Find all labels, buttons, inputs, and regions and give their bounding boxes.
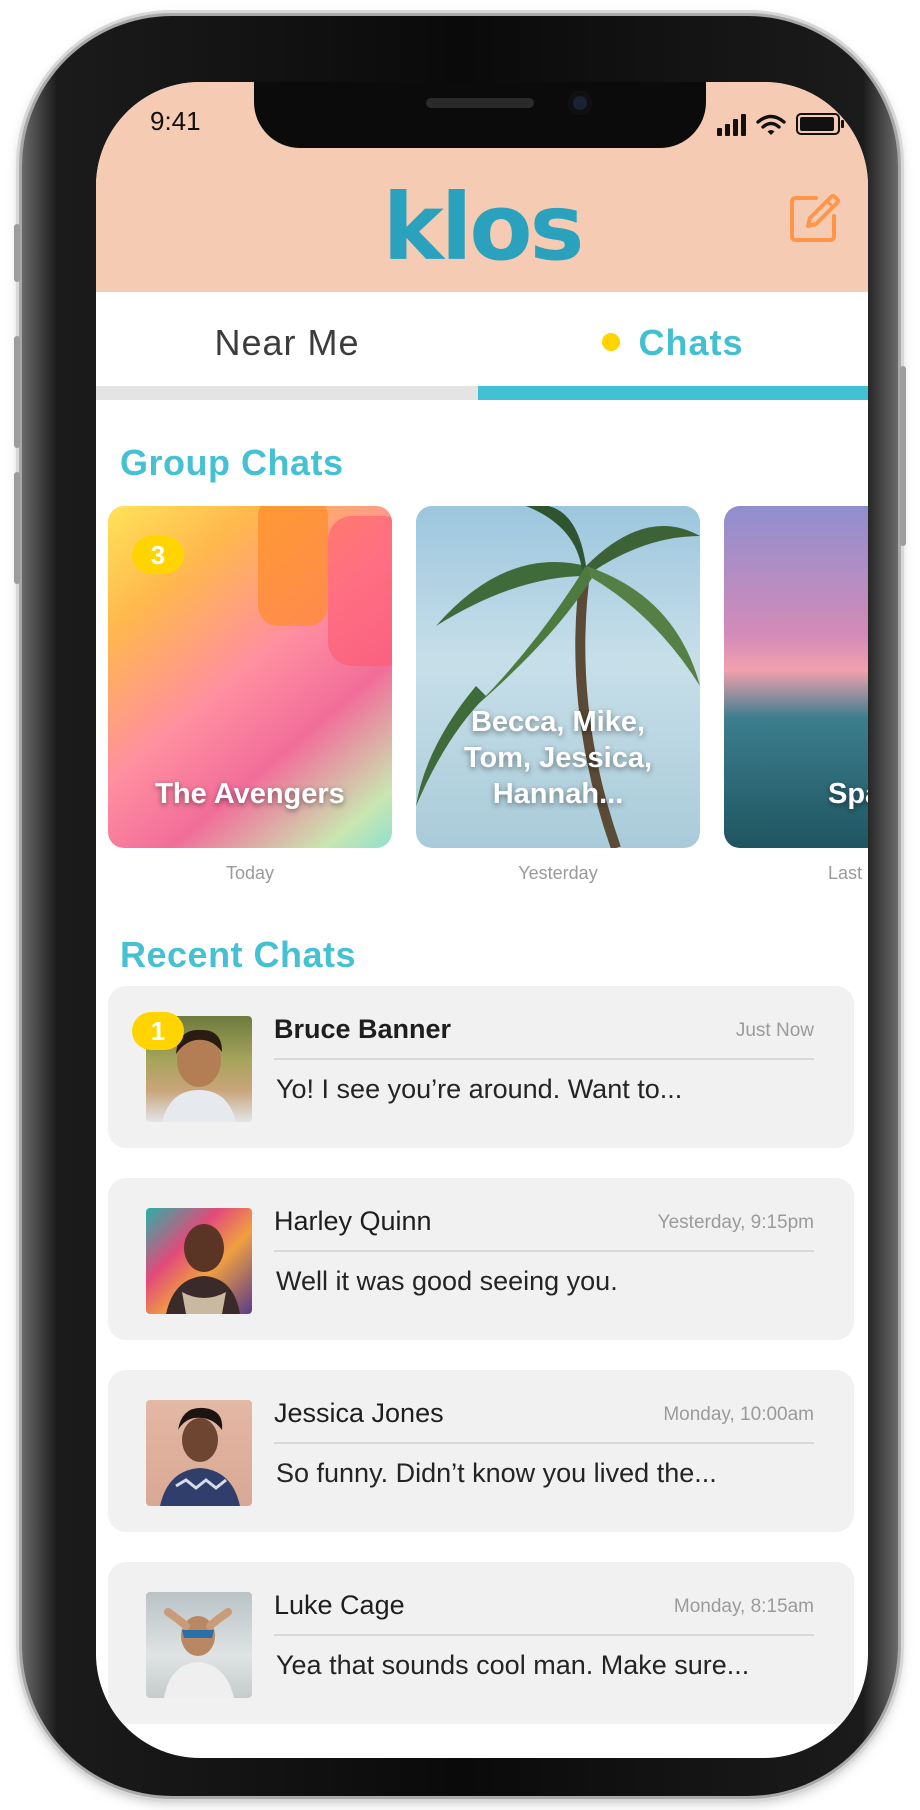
active-dot-icon: [602, 333, 621, 352]
person-avatar-image: [166, 1224, 240, 1314]
status-time: 9:41: [150, 106, 201, 136]
unread-badge: 3: [132, 536, 184, 574]
speaker-grille: [426, 98, 534, 108]
chat-message: So funny. Didn’t know you lived the...: [276, 1458, 717, 1488]
camera-icon: [568, 91, 592, 115]
battery-icon: [796, 113, 844, 135]
app-logo: klos: [382, 174, 585, 281]
compose-icon[interactable]: [786, 190, 842, 246]
group-card-spa[interactable]: Spa: [724, 506, 868, 848]
group-name: Becca, Mike, Tom, Jessica, Hannah...: [463, 706, 653, 810]
chat-divider: [274, 1442, 814, 1444]
chat-row-harley-quinn[interactable]: Harley Quinn Yesterday, 9:15pm Well it w…: [108, 1178, 854, 1340]
chat-time: Monday, 10:00am: [663, 1404, 814, 1425]
chat-name: Jessica Jones: [274, 1398, 444, 1428]
avatar: [146, 1208, 252, 1314]
wifi-icon: [756, 114, 786, 135]
group-date: Last: [828, 863, 863, 883]
volume-up-button: [14, 336, 20, 448]
tab-chats[interactable]: Chats: [478, 322, 868, 364]
chat-name: Luke Cage: [274, 1590, 405, 1620]
screen: 9:41 klos Near Me Chats Group Chats 3 Th…: [96, 82, 868, 1758]
status-icons: [717, 110, 844, 136]
device-notch: [254, 82, 706, 148]
unread-badge: 1: [132, 1012, 184, 1050]
person-avatar-image: [164, 1608, 234, 1698]
chat-time: Monday, 8:15am: [673, 1596, 814, 1617]
chat-message: Well it was good seeing you.: [276, 1266, 618, 1296]
mute-switch: [14, 224, 20, 282]
chat-time: Just Now: [735, 1020, 814, 1041]
phone-frame: 9:41 klos Near Me Chats Group Chats 3 Th…: [14, 16, 906, 1796]
app-header: 9:41 klos: [96, 82, 868, 292]
tab-near-me-label: Near Me: [214, 322, 360, 363]
tab-near-me[interactable]: Near Me: [96, 322, 478, 364]
chat-message: Yea that sounds cool man. Make sure...: [276, 1650, 750, 1680]
chat-time: Yesterday, 9:15pm: [657, 1212, 814, 1233]
signal-icon: [717, 114, 746, 136]
power-button: [900, 366, 906, 546]
chat-divider: [274, 1634, 814, 1636]
volume-down-button: [14, 472, 20, 584]
card-image-detail: [258, 506, 328, 626]
group-chats-title: Group Chats: [120, 442, 344, 483]
chat-name: Bruce Banner: [274, 1014, 452, 1044]
avatar: [146, 1592, 252, 1698]
group-date: Today: [225, 863, 275, 883]
chat-divider: [274, 1250, 814, 1252]
tab-indicator-active: [478, 386, 868, 400]
group-name: The Avengers: [155, 778, 345, 810]
chat-divider: [274, 1058, 814, 1060]
avatar: [146, 1400, 252, 1506]
group-name: Spa: [828, 778, 868, 810]
chat-message: Yo! I see you’re around. Want to...: [276, 1074, 683, 1104]
tab-indicator-inactive: [96, 386, 478, 400]
chat-row-bruce-banner[interactable]: 1 Bruce Banner Just Now Yo! I see you’re…: [108, 986, 854, 1148]
group-card-avengers[interactable]: 3 The Avengers: [108, 506, 392, 848]
person-avatar-image: [160, 1407, 240, 1506]
recent-chats-title: Recent Chats: [120, 934, 357, 975]
tab-chats-label: Chats: [638, 322, 744, 363]
card-image-detail: [328, 516, 392, 666]
group-card-becca[interactable]: Becca, Mike, Tom, Jessica, Hannah...: [416, 506, 700, 848]
group-date: Yesterday: [518, 863, 598, 883]
chat-row-jessica-jones[interactable]: Jessica Jones Monday, 10:00am So funny. …: [108, 1370, 854, 1532]
chat-name: Harley Quinn: [274, 1206, 432, 1236]
chat-row-luke-cage[interactable]: Luke Cage Monday, 8:15am Yea that sounds…: [108, 1562, 854, 1724]
